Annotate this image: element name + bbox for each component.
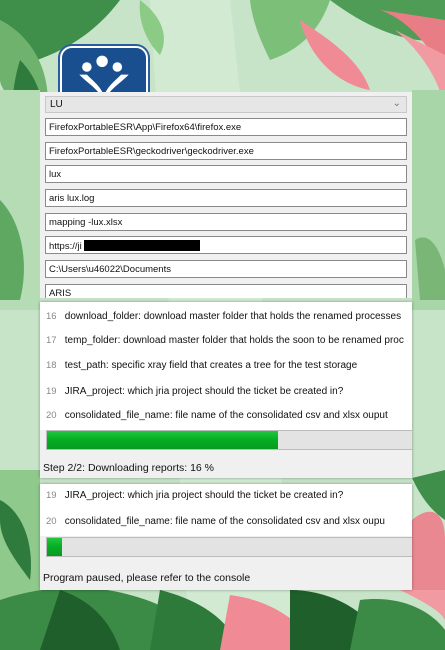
line-text: consolidated_file_name: file name of the… [64,410,388,421]
log-line: 18 test_path: specific xray field that c… [46,360,357,376]
log-line: 20 consolidated_file_name: file name of … [46,410,388,426]
line-text: download_folder: download master folder … [64,311,402,322]
aris-field[interactable]: ARIS [45,284,407,298]
status-text: Step 2/2: Downloading reports: 16 % [43,462,215,474]
firefox-path-field[interactable]: FirefoxPortableESR\App\Firefox64\firefox… [45,118,407,136]
line-number: 18 [46,360,57,371]
line-number: 17 [46,335,57,346]
line-number: 20 [46,516,57,527]
jira-url-field[interactable]: https://ji [45,236,407,254]
aris-value: ARIS [49,288,72,298]
log-line: 19 JIRA_project: which jria project shou… [46,490,343,506]
console-log[interactable]: 16 download_folder: download master fold… [40,302,412,430]
console-log[interactable]: 19 JIRA_project: which jria project shou… [40,484,412,536]
log-line: 19 JIRA_project: which jria project shou… [46,386,343,402]
chevron-down-icon[interactable]: ⌄ [393,98,401,109]
status-text: Program paused, please refer to the cons… [43,572,251,584]
log-line: 20 consolidated_file_name: file name of … [46,516,385,532]
geckodriver-path-value: FirefoxPortableESR\geckodriver\geckodriv… [49,146,254,157]
log-file-value: aris lux.log [49,193,95,204]
mapping-file-value: mapping -lux.xlsx [49,217,123,228]
progress-bar [46,537,412,557]
line-number: 16 [46,311,57,322]
line-number: 19 [46,490,57,501]
documents-path-field[interactable]: C:\Users\u46022\Documents [45,260,407,278]
mapping-file-field[interactable]: mapping -lux.xlsx [45,213,407,231]
line-text: consolidated_file_name: file name of the… [64,516,385,527]
paused-window: 19 JIRA_project: which jria project shou… [40,484,412,590]
profile-select-value: LU [50,99,63,110]
jira-url-value: https://ji [49,241,82,252]
profile-name-field[interactable]: lux [45,165,407,183]
progress-window: 16 download_folder: download master fold… [40,302,412,478]
redaction-bar [83,240,200,251]
settings-form: LU ⌄ FirefoxPortableESR\App\Firefox64\fi… [40,92,412,298]
progress-fill [47,431,278,449]
log-line: 17 temp_folder: download master folder t… [46,335,404,351]
profile-name-value: lux [49,169,62,180]
geckodriver-path-field[interactable]: FirefoxPortableESR\geckodriver\geckodriv… [45,142,407,160]
line-text: JIRA_project: which jria project should … [64,490,344,501]
progress-fill [47,538,62,556]
line-number: 20 [46,410,57,421]
log-line: 16 download_folder: download master fold… [46,311,401,327]
log-file-field[interactable]: aris lux.log [45,189,407,207]
line-text: JIRA_project: which jria project should … [64,386,344,397]
profile-select[interactable]: LU ⌄ [45,96,407,113]
progress-bar [46,430,412,450]
line-number: 19 [46,386,57,397]
firefox-path-value: FirefoxPortableESR\App\Firefox64\firefox… [49,122,242,133]
line-text: test_path: specific xray field that crea… [64,360,358,371]
documents-path-value: C:\Users\u46022\Documents [49,264,171,275]
line-text: temp_folder: download master folder that… [64,335,404,346]
